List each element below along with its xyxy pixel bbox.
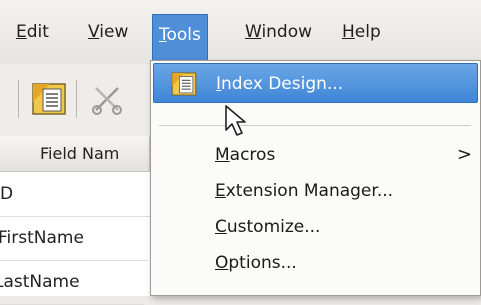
menu-item-customize[interactable]: Customize... <box>151 207 480 247</box>
menu-separator <box>159 125 471 126</box>
menu-edit[interactable]: Edit <box>10 12 55 52</box>
menu-item-label: Customize... <box>215 207 320 247</box>
menu-help-mnemonic: H <box>342 22 355 42</box>
menu-window-mnemonic: W <box>245 22 262 42</box>
table-row[interactable]: FirstName <box>0 216 148 261</box>
index-design-icon[interactable] <box>30 80 68 118</box>
menu-item-mnemonic: C <box>215 217 227 237</box>
mouse-pointer-icon <box>223 104 253 138</box>
toolbar-separator <box>18 80 19 118</box>
menu-item-text: ptions... <box>228 253 297 273</box>
menu-item-label: Macros <box>215 135 275 175</box>
menu-item-index-design[interactable]: Index Design... <box>153 63 478 103</box>
menu-edit-label: dit <box>26 22 49 42</box>
table-row[interactable]: LastName <box>0 260 144 305</box>
menu-item-text: ndex Design... <box>221 74 344 94</box>
menu-window-label: indow <box>261 22 313 42</box>
menu-window[interactable]: Window <box>239 12 318 52</box>
menu-item-mnemonic: M <box>215 145 230 165</box>
toolbar-separator <box>76 80 77 118</box>
submenu-arrow-icon: > <box>456 144 472 165</box>
menu-help-label: elp <box>354 22 381 42</box>
cut-icon[interactable] <box>88 80 126 118</box>
menu-edit-mnemonic: E <box>16 22 27 42</box>
menu-item-extension-manager[interactable]: Extension Manager... <box>151 171 480 211</box>
menu-view-label: iew <box>99 22 129 42</box>
menu-item-macros[interactable]: Macros > <box>151 135 480 175</box>
menu-view[interactable]: View <box>82 12 134 52</box>
menu-tools[interactable]: Tools <box>152 14 208 61</box>
table-row[interactable]: D <box>0 172 150 217</box>
index-design-icon <box>170 70 198 98</box>
menu-bar: Edit View Tools Window Help <box>0 0 481 65</box>
menu-item-label: Extension Manager... <box>215 171 393 211</box>
menu-item-mnemonic: O <box>215 253 229 273</box>
menu-help[interactable]: Help <box>336 12 387 52</box>
menu-item-text: ustomize... <box>226 217 321 237</box>
column-header-field-name[interactable]: Field Nam <box>0 136 150 172</box>
menu-item-text: xtension Manager... <box>225 181 394 201</box>
menu-item-label: Options... <box>215 243 297 283</box>
menu-tools-mnemonic: T <box>159 25 167 45</box>
menu-item-label: Index Design... <box>216 64 343 104</box>
menu-view-mnemonic: V <box>88 22 100 42</box>
tools-dropdown-menu: Index Design... Macros > Extension Manag… <box>150 60 481 296</box>
field-table: Field Nam D FirstName LastName <box>0 136 150 305</box>
menu-item-options[interactable]: Options... <box>151 243 480 283</box>
menu-item-text: acros <box>229 145 276 165</box>
menu-tools-label: ools <box>166 25 201 45</box>
toolbar <box>0 64 150 136</box>
menu-item-mnemonic: E <box>215 181 226 201</box>
